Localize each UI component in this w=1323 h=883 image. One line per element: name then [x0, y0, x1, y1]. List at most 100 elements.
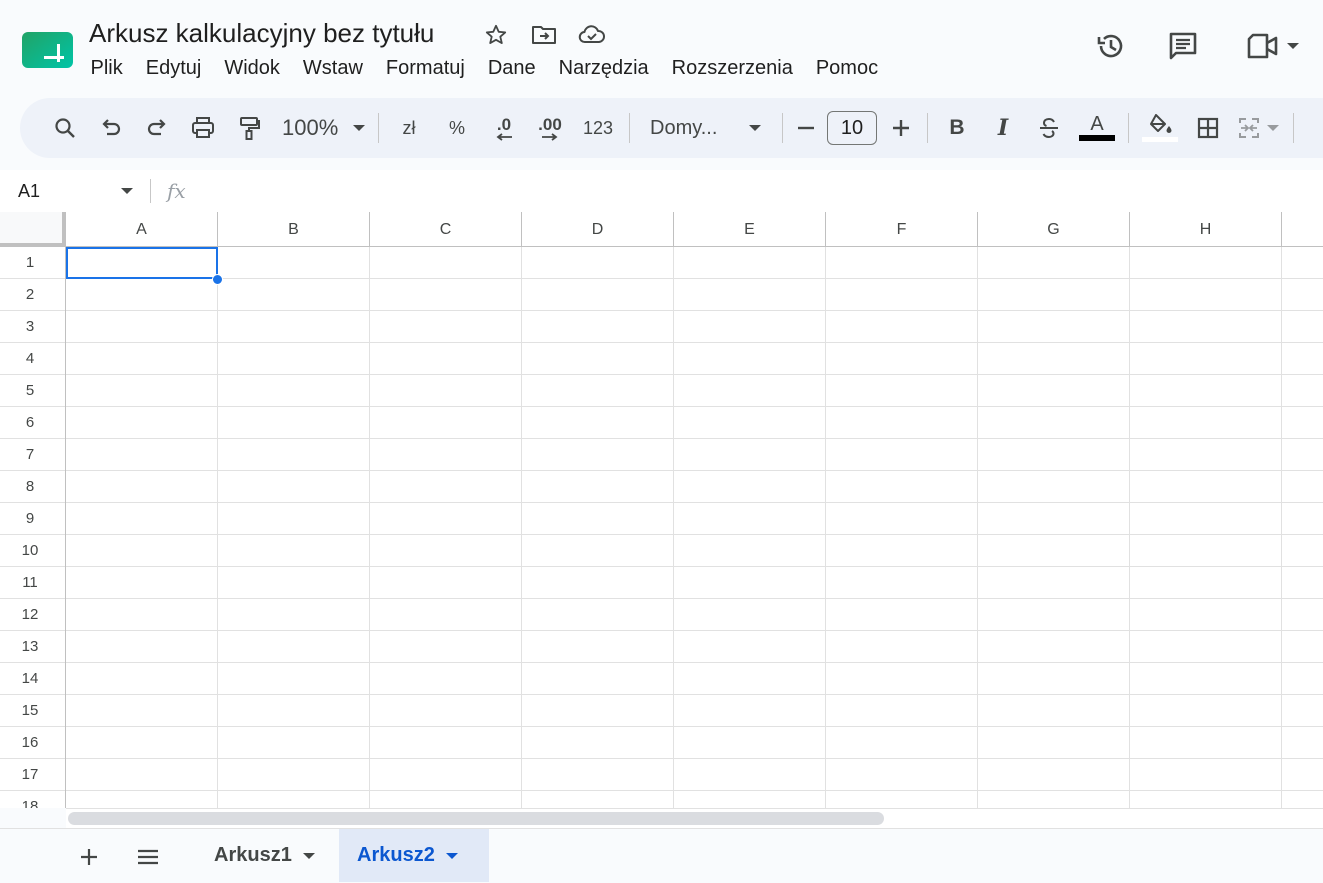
- grid-cell[interactable]: [370, 439, 522, 471]
- grid-cell[interactable]: [66, 471, 218, 503]
- grid-cell[interactable]: [826, 407, 978, 439]
- grid-cell[interactable]: [370, 631, 522, 663]
- text-color-button[interactable]: A: [1072, 108, 1122, 148]
- grid-cell[interactable]: [218, 759, 370, 791]
- grid-cell[interactable]: [522, 471, 674, 503]
- horizontal-scrollbar[interactable]: [66, 808, 1323, 828]
- row-header-3[interactable]: 3: [0, 311, 65, 343]
- increase-decimal-button[interactable]: .00: [527, 108, 573, 148]
- grid-cell[interactable]: [1130, 791, 1282, 808]
- grid-cell[interactable]: [1282, 279, 1323, 311]
- grid-cell[interactable]: [1282, 311, 1323, 343]
- grid-cell[interactable]: [370, 343, 522, 375]
- grid-cell[interactable]: [1130, 343, 1282, 375]
- grid-cell[interactable]: [1130, 727, 1282, 759]
- menu-format[interactable]: Formatuj: [374, 55, 476, 82]
- row-header-7[interactable]: 7: [0, 439, 65, 471]
- grid-cell[interactable]: [1282, 695, 1323, 727]
- grid-cell[interactable]: [66, 759, 218, 791]
- grid-cell[interactable]: [1282, 439, 1323, 471]
- grid-cell[interactable]: [826, 343, 978, 375]
- grid-cell[interactable]: [522, 759, 674, 791]
- grid-cell[interactable]: [978, 471, 1130, 503]
- grid-cell[interactable]: [1282, 791, 1323, 808]
- grid-cell[interactable]: [66, 343, 218, 375]
- all-sheets-menu-icon[interactable]: [132, 841, 164, 873]
- cell-area[interactable]: [66, 247, 1323, 808]
- grid-cell[interactable]: [978, 791, 1130, 808]
- grid-cell[interactable]: [522, 631, 674, 663]
- grid-cell[interactable]: [978, 407, 1130, 439]
- grid-cell[interactable]: [522, 311, 674, 343]
- grid-cell[interactable]: [218, 631, 370, 663]
- grid-cell[interactable]: [674, 599, 826, 631]
- grid-cell[interactable]: [978, 535, 1130, 567]
- document-title[interactable]: Arkusz kalkulacyjny bez tytułu: [89, 18, 434, 49]
- grid-cell[interactable]: [674, 503, 826, 535]
- grid-cell[interactable]: [66, 503, 218, 535]
- grid-cell[interactable]: [826, 247, 978, 279]
- grid-cell[interactable]: [218, 727, 370, 759]
- grid-cell[interactable]: [218, 503, 370, 535]
- row-header-11[interactable]: 11: [0, 567, 65, 599]
- grid-cell[interactable]: [218, 663, 370, 695]
- grid-cell[interactable]: [826, 503, 978, 535]
- grid-cell[interactable]: [826, 695, 978, 727]
- grid-cell[interactable]: [674, 407, 826, 439]
- decrease-decimal-button[interactable]: .0: [481, 108, 527, 148]
- grid-cell[interactable]: [674, 343, 826, 375]
- scrollbar-thumb[interactable]: [68, 812, 884, 825]
- grid-cell[interactable]: [826, 311, 978, 343]
- grid-cell[interactable]: [66, 727, 218, 759]
- column-header-b[interactable]: B: [218, 212, 370, 247]
- grid-cell[interactable]: [370, 663, 522, 695]
- menu-data[interactable]: Dane: [476, 55, 547, 82]
- row-header-15[interactable]: 15: [0, 695, 65, 727]
- grid-cell[interactable]: [66, 631, 218, 663]
- grid-cell[interactable]: [1130, 375, 1282, 407]
- grid-cell[interactable]: [1282, 343, 1323, 375]
- increase-font-size-button[interactable]: [881, 108, 921, 148]
- grid-cell[interactable]: [1282, 727, 1323, 759]
- grid-cell[interactable]: [1130, 567, 1282, 599]
- fill-handle[interactable]: [212, 274, 223, 285]
- sheet-tab-arkusz2[interactable]: Arkusz2: [339, 829, 489, 882]
- grid-cell[interactable]: [674, 279, 826, 311]
- grid-cell[interactable]: [1282, 503, 1323, 535]
- search-icon[interactable]: [42, 108, 88, 148]
- grid-cell[interactable]: [1130, 535, 1282, 567]
- grid-cell[interactable]: [674, 311, 826, 343]
- menu-help[interactable]: Pomoc: [804, 55, 889, 82]
- grid-cell[interactable]: [674, 375, 826, 407]
- grid-cell[interactable]: [1130, 759, 1282, 791]
- decrease-font-size-button[interactable]: [789, 108, 823, 148]
- grid-cell[interactable]: [978, 695, 1130, 727]
- grid-cell[interactable]: [826, 631, 978, 663]
- row-header-10[interactable]: 10: [0, 535, 65, 567]
- grid-cell[interactable]: [66, 375, 218, 407]
- meet-video-icon[interactable]: [1243, 26, 1283, 66]
- grid-cell[interactable]: [370, 311, 522, 343]
- grid-cell[interactable]: [1130, 503, 1282, 535]
- currency-format-button[interactable]: zł: [385, 108, 433, 148]
- column-header-h[interactable]: H: [1130, 212, 1282, 247]
- grid-cell[interactable]: [218, 567, 370, 599]
- grid-cell[interactable]: [66, 407, 218, 439]
- grid-cell[interactable]: [826, 663, 978, 695]
- grid-cell[interactable]: [370, 247, 522, 279]
- grid-cell[interactable]: [66, 599, 218, 631]
- column-header-d[interactable]: D: [522, 212, 674, 247]
- redo-icon[interactable]: [134, 108, 180, 148]
- more-formats-button[interactable]: 123: [573, 108, 623, 148]
- zoom-select[interactable]: 100%: [272, 108, 372, 148]
- menu-insert[interactable]: Wstaw: [291, 55, 374, 82]
- grid-cell[interactable]: [674, 535, 826, 567]
- grid-cell[interactable]: [218, 535, 370, 567]
- row-header-9[interactable]: 9: [0, 503, 65, 535]
- grid-cell[interactable]: [522, 503, 674, 535]
- print-icon[interactable]: [180, 108, 226, 148]
- grid-cell[interactable]: [1282, 471, 1323, 503]
- grid-cell[interactable]: [522, 695, 674, 727]
- italic-button[interactable]: I: [980, 108, 1026, 148]
- version-history-icon[interactable]: [1091, 26, 1131, 66]
